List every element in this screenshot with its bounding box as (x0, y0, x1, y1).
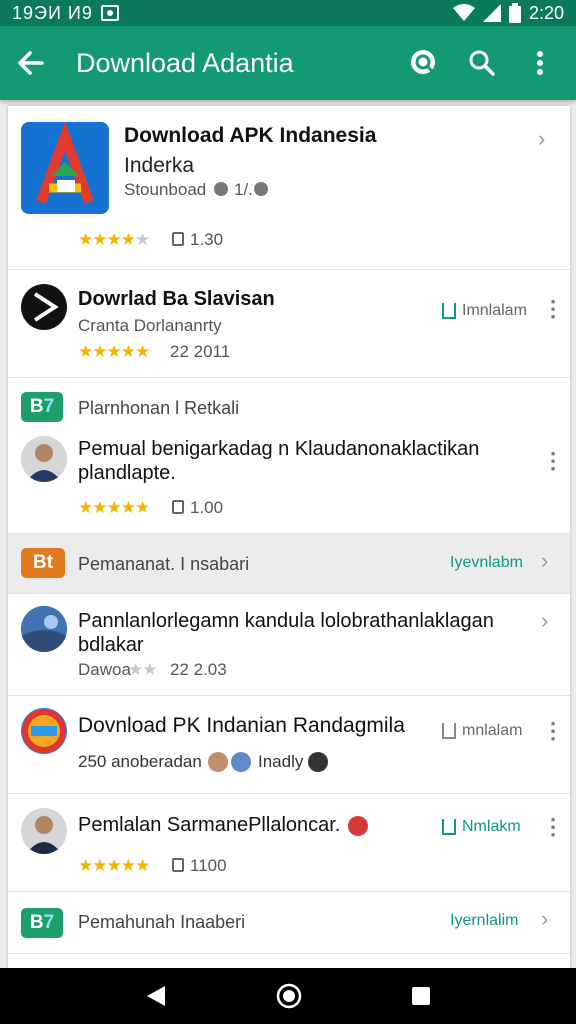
wifi-icon (452, 4, 475, 21)
navigation-bar (0, 968, 576, 1024)
back-nav-icon[interactable] (145, 984, 167, 1008)
install-icon (442, 723, 456, 739)
rating-count: 22 2.03 (170, 660, 227, 679)
list-item[interactable]: Pemlalan SarmanePllaloncar. ★★★★★ 1100 N… (8, 794, 570, 892)
more-options-icon[interactable]: ⋮ (542, 720, 564, 742)
badge-icon (348, 816, 368, 836)
item-title: Dovnload PK Indanian Randagmila (78, 714, 405, 737)
install-label: Iyernlalim (450, 912, 519, 929)
item-title: Pemlalan SarmanePllaloncar. (78, 814, 341, 836)
toolbar: Download Adantia (0, 26, 576, 100)
star-rating: ★★★★★ (78, 498, 150, 517)
item-subtitle: Dawoa (78, 660, 131, 679)
user-avatar (308, 752, 328, 772)
chevron-right-icon[interactable]: › (541, 608, 548, 634)
item-title: Pemual benigarkadag n Klaudanonaklactika… (78, 438, 480, 460)
status-bar: 19ЭИ И9 2:20 (0, 0, 576, 26)
item-title: Pemahunah Inaaberi (78, 912, 246, 932)
home-nav-icon[interactable] (276, 983, 302, 1009)
list-item[interactable]: Bt Pemananat. I nsabari Iyevnlabm › (8, 534, 570, 594)
install-label: Imnlalam (462, 302, 527, 319)
overflow-menu-icon[interactable] (520, 43, 560, 83)
rating-count: 1.30 (190, 230, 224, 249)
more-options-icon[interactable]: ⋮ (542, 298, 564, 320)
item-subtitle: Cranta Dorlananrty (78, 316, 222, 335)
install-icon (442, 819, 456, 835)
install-button[interactable]: Iyevnlabm (450, 554, 523, 572)
item-title: Pannlanlorlegamn kandula lolobrathanlakl… (78, 610, 494, 632)
user-avatar (21, 808, 67, 854)
install-button[interactable]: mnlalam (442, 722, 522, 740)
list-item[interactable]: Pannlanlorlegamn kandula lolobrathanlakl… (8, 594, 570, 696)
rating-count: 1.00 (190, 498, 224, 517)
app-icon (21, 122, 109, 214)
install-label: Iyevnlabm (450, 554, 523, 571)
search-icon[interactable] (462, 43, 502, 83)
star-rating: ★★★★★ (78, 342, 150, 361)
notification-icon (100, 5, 119, 21)
user-avatar (208, 752, 228, 772)
star-rating: ★★ (128, 660, 158, 679)
list-item[interactable]: Download APK Indanesia Inderka Stounboad… (8, 106, 570, 270)
globe-icon (214, 182, 228, 196)
chevron-right-icon[interactable]: › (541, 906, 548, 932)
status-time: 2:20 (528, 2, 564, 23)
item-meta: 250 anoberadan (78, 752, 202, 771)
rating-count: 22 2011 (170, 342, 231, 361)
more-options-icon[interactable]: ⋮ (542, 450, 564, 472)
app-badge: B7 (21, 908, 63, 938)
star-rating: ★★★★★ (78, 230, 150, 249)
app-icon (21, 606, 67, 652)
back-arrow-icon[interactable] (16, 49, 44, 77)
item-meta: Stounboad (124, 180, 207, 199)
item-title-line2: plandlapte. (78, 462, 176, 484)
item-subtitle: Inderka (124, 154, 195, 177)
install-label: mnlalam (462, 722, 523, 739)
battery-icon (508, 3, 521, 23)
status-left-text: 19ЭИ И9 (12, 2, 93, 23)
list-item[interactable]: B7 Pemahunah Inaaberi Iyernlalim › (8, 892, 570, 954)
install-button[interactable]: Nmlakm (442, 818, 521, 836)
signal-icon (482, 4, 501, 22)
app-icon (21, 708, 67, 754)
list-item[interactable]: Dovnload PK Indanian Randagmila 250 anob… (8, 696, 570, 794)
rating-count: 1100 (190, 856, 227, 875)
item-meta-extra: Inadly (258, 752, 304, 771)
globe-icon (254, 182, 268, 196)
chevron-right-icon[interactable]: › (541, 548, 548, 574)
item-title: Dowrlad Ba Slavisan (78, 288, 275, 310)
item-meta-extra: 1/. (234, 180, 253, 199)
results-card: Download APK Indanesia Inderka Stounboad… (8, 106, 570, 968)
install-label: Nmlakm (462, 818, 521, 835)
recents-nav-icon[interactable] (411, 986, 431, 1006)
item-title: Download APK Indanesia (124, 124, 377, 147)
download-icon (172, 232, 184, 246)
list-item[interactable]: Dowrlad Ba Slavisan Cranta Dorlananrty ★… (8, 270, 570, 378)
chevron-right-icon[interactable]: › (538, 126, 545, 152)
download-icon (172, 858, 184, 872)
lens-search-icon[interactable] (404, 43, 444, 83)
app-badge: B7 (21, 392, 63, 422)
user-avatar (21, 436, 67, 482)
app-icon (21, 284, 67, 330)
install-button[interactable]: Iyernlalim (450, 912, 518, 930)
download-icon (172, 500, 184, 514)
toolbar-title: Download Adantia (76, 47, 294, 78)
user-avatar (231, 752, 251, 772)
more-options-icon[interactable]: ⋮ (542, 816, 564, 838)
item-title-line2: bdlakar (78, 634, 144, 656)
install-button[interactable]: Imnlalam (442, 302, 527, 320)
install-icon (442, 303, 456, 319)
item-title: Pemananat. I nsabari (78, 554, 250, 574)
section-header: Plarnhonan l Retkali (78, 398, 240, 418)
star-rating: ★★★★★ (78, 856, 150, 875)
list-item[interactable]: B7 Plarnhonan l Retkali Pemual benigarka… (8, 378, 570, 534)
content-area: Download APK Indanesia Inderka Stounboad… (0, 100, 576, 968)
app-badge: Bt (21, 548, 65, 578)
